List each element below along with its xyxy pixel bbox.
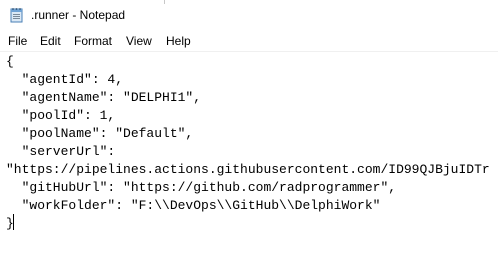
text-cursor [13, 214, 14, 230]
editor-line-2: "agentId": 4, [6, 72, 124, 87]
editor-line-7: "https://pipelines.actions.githubusercon… [6, 162, 490, 177]
editor-line-8: "gitHubUrl": "https://github.com/radprog… [6, 180, 397, 195]
menu-help[interactable]: Help [166, 34, 191, 48]
title-bar-divider [164, 0, 165, 4]
editor-line-4: "poolId": 1, [6, 108, 116, 123]
menu-format[interactable]: Format [74, 34, 112, 48]
editor-line-9: "workFolder": "F:\\DevOps\\GitHub\\Delph… [6, 198, 381, 213]
menu-file[interactable]: File [8, 34, 27, 48]
editor-line-5: "poolName": "Default", [6, 126, 194, 141]
text-editor-area[interactable]: { "agentId": 4, "agentName": "DELPHI1", … [0, 52, 498, 255]
notepad-icon [9, 7, 25, 23]
menu-view[interactable]: View [126, 34, 152, 48]
notepad-window: .runner - Notepad File Edit Format View … [0, 0, 498, 255]
editor-line-3: "agentName": "DELPHI1", [6, 90, 202, 105]
window-title: .runner - Notepad [31, 8, 126, 22]
editor-line-1: { [6, 54, 14, 69]
menu-bar: File Edit Format View Help [0, 32, 498, 51]
menu-edit[interactable]: Edit [40, 34, 61, 48]
editor-line-6: "serverUrl": [6, 144, 116, 159]
title-bar[interactable]: .runner - Notepad [0, 0, 498, 32]
